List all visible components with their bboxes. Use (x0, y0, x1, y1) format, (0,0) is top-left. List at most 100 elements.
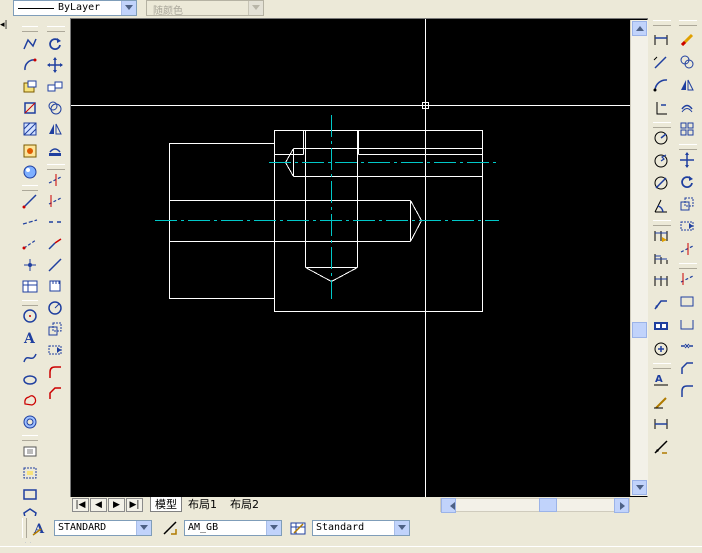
construction-line-icon[interactable] (20, 212, 40, 232)
aligned-dimension-icon[interactable] (651, 53, 671, 73)
explode-icon[interactable] (677, 381, 697, 401)
boundary-icon[interactable] (20, 484, 40, 504)
erase-icon[interactable] (677, 30, 697, 50)
linetype-dropdown[interactable]: ByLayer (13, 0, 137, 16)
diameter-icon[interactable] (651, 173, 671, 193)
jogged-icon[interactable] (651, 151, 671, 171)
mirror-icon[interactable] (677, 75, 697, 95)
last-tab-button[interactable]: ▶| (126, 498, 143, 512)
dim-text-edit-icon[interactable] (651, 392, 671, 412)
text-style-dropdown[interactable]: STANDARD (54, 520, 152, 536)
continue-icon[interactable] (651, 271, 671, 291)
chamfer-icon[interactable] (45, 383, 65, 403)
copy-icon[interactable] (45, 77, 65, 97)
horizontal-scroll-thumb[interactable] (539, 498, 557, 512)
dim-update-icon[interactable] (651, 414, 671, 434)
array-icon[interactable] (45, 141, 65, 161)
wipeout-icon[interactable] (20, 463, 40, 483)
copy-icon[interactable] (677, 52, 697, 72)
dim-style-icon[interactable] (651, 437, 671, 457)
fillet-icon[interactable] (677, 358, 697, 378)
offset-icon[interactable] (45, 98, 65, 118)
array-icon[interactable] (677, 119, 697, 139)
scroll-left-button[interactable] (441, 498, 456, 513)
chamfer-icon[interactable] (677, 336, 697, 356)
dimension-style-icon[interactable] (160, 518, 180, 538)
ray-icon[interactable] (20, 234, 40, 254)
toolbar-grip[interactable] (47, 26, 65, 32)
extend-icon[interactable] (45, 191, 65, 211)
chevron-down-icon[interactable] (121, 1, 136, 15)
move-icon[interactable] (45, 55, 65, 75)
center-mark-icon[interactable] (651, 339, 671, 359)
text-icon[interactable]: A (20, 327, 40, 347)
draw-polyline-icon[interactable] (20, 34, 40, 54)
table-style-icon[interactable] (288, 518, 308, 538)
dim-edit-icon[interactable]: A (651, 369, 671, 389)
join-icon[interactable] (45, 234, 65, 254)
color-dropdown[interactable]: 随颜色 (146, 0, 264, 17)
break-icon[interactable] (45, 212, 65, 232)
join-icon[interactable] (677, 314, 697, 334)
ordinate-icon[interactable] (651, 98, 671, 118)
line-icon[interactable] (20, 191, 40, 211)
chevron-down-icon[interactable] (248, 1, 263, 15)
point-icon[interactable] (20, 255, 40, 275)
stretch-icon[interactable] (45, 340, 65, 360)
quick-leader-icon[interactable] (651, 294, 671, 314)
hatch-icon[interactable] (20, 119, 40, 139)
trim-icon[interactable] (45, 170, 65, 190)
offset-icon[interactable] (677, 97, 697, 117)
rotate-icon[interactable] (45, 34, 65, 54)
tab-model[interactable]: 模型 (150, 497, 182, 512)
text-style-icon[interactable]: A (30, 518, 50, 538)
measure-icon[interactable] (45, 276, 65, 296)
donut-icon[interactable] (20, 441, 40, 461)
drawing-canvas[interactable] (71, 19, 631, 497)
linear-dimension-icon[interactable] (651, 30, 671, 50)
scale-icon[interactable] (45, 319, 65, 339)
extend-icon[interactable] (677, 269, 697, 289)
vertical-scrollbar[interactable] (630, 20, 648, 496)
tolerance-icon[interactable] (651, 316, 671, 336)
region-icon[interactable] (20, 162, 40, 182)
next-tab-button[interactable]: ▶ (108, 498, 125, 512)
spline-icon[interactable] (20, 370, 40, 390)
toolbar-grip[interactable] (22, 518, 27, 538)
mirror-icon[interactable] (45, 119, 65, 139)
insert-block-icon[interactable] (20, 77, 40, 97)
vertical-scroll-thumb[interactable] (632, 322, 647, 338)
angular-icon[interactable] (651, 196, 671, 216)
baseline-icon[interactable] (651, 249, 671, 269)
table-style-dropdown[interactable]: Standard (312, 520, 410, 536)
trim-icon[interactable] (677, 239, 697, 259)
fillet-icon[interactable] (45, 362, 65, 382)
dimension-style-dropdown[interactable]: AM_GB (184, 520, 282, 536)
toolbar-grip[interactable] (22, 26, 38, 32)
toolbar-grip[interactable] (679, 20, 697, 26)
move-icon[interactable] (677, 150, 697, 170)
scroll-up-button[interactable] (632, 21, 647, 36)
arc-length-icon[interactable] (651, 75, 671, 95)
ellipse-icon[interactable] (20, 391, 40, 411)
revision-cloud-icon[interactable] (20, 412, 40, 432)
drawing-area[interactable] (70, 18, 648, 498)
rotate-icon[interactable] (677, 172, 697, 192)
tab-layout1[interactable]: 布局1 (184, 497, 221, 512)
scroll-right-button[interactable] (614, 498, 629, 513)
quick-dimension-icon[interactable] (651, 226, 671, 246)
scale-icon[interactable] (677, 194, 697, 214)
draw-arc-icon[interactable] (20, 55, 40, 75)
scroll-down-button[interactable] (632, 480, 647, 495)
first-tab-button[interactable]: |◀ (72, 498, 89, 512)
toolbar-grip[interactable] (653, 20, 671, 26)
gradient-icon[interactable] (20, 141, 40, 161)
prev-tab-button[interactable]: ◀ (90, 498, 107, 512)
table-icon[interactable] (20, 276, 40, 296)
circle-icon[interactable] (45, 298, 65, 318)
break-icon[interactable] (677, 291, 697, 311)
chevron-down-icon[interactable] (136, 521, 151, 535)
make-block-icon[interactable] (20, 98, 40, 118)
radius-icon[interactable] (651, 128, 671, 148)
horizontal-scrollbar[interactable] (440, 498, 630, 513)
